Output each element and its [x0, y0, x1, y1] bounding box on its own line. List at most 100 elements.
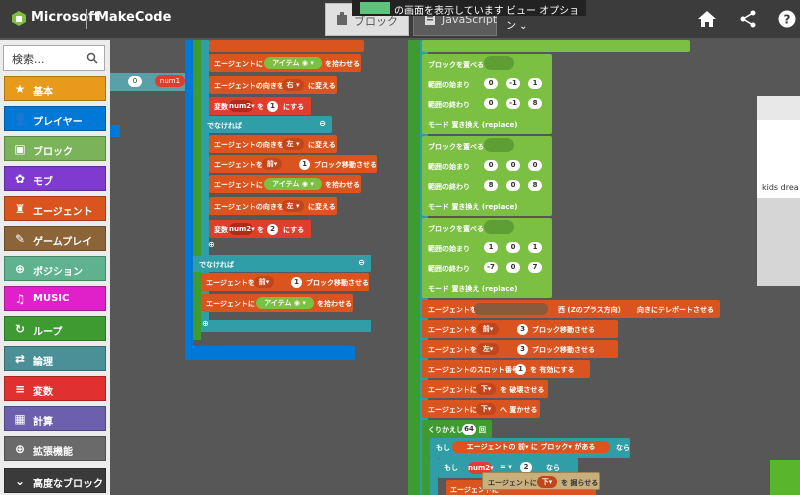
coord-pill[interactable]: 1: [528, 78, 542, 89]
agent-move-left-block[interactable]: エージェントを 左▾ 3 ブロック移動させる: [422, 340, 618, 358]
coord-pill[interactable]: -1: [506, 98, 520, 109]
category-music[interactable]: ♫ MUSIC: [4, 286, 106, 311]
coord-pill[interactable]: 0: [528, 160, 542, 171]
coord-pill[interactable]: 8: [484, 180, 498, 191]
repeat-block[interactable]: くりかえし 64 回: [422, 420, 492, 438]
fill-block-3[interactable]: ブロックを置べる 範囲の始まり 1 0 1 範囲の終わり -7 0 7 モード …: [422, 218, 552, 298]
item-dropdown[interactable]: アイテム ◉ ▾: [264, 178, 322, 190]
category-agent[interactable]: ♜ エージェント: [4, 196, 106, 221]
operator-dropdown[interactable]: = ▾: [500, 463, 512, 471]
agent-teleport-block[interactable]: エージェントを 西 (Zのプラス方向) 向きにテレポートさせる: [422, 300, 720, 318]
if-block[interactable]: もし エージェントの 前▾ に ブロック▾ がある なら: [430, 438, 630, 458]
coord-pill[interactable]: 0: [484, 78, 498, 89]
place-block-top[interactable]: [422, 40, 690, 52]
coord-pill[interactable]: 0: [506, 242, 520, 253]
category-math[interactable]: ▦ 計算: [4, 406, 106, 431]
plus-circle-icon[interactable]: ⊕: [208, 240, 215, 249]
category-advanced[interactable]: ⌄ 高度なブロック: [4, 468, 106, 493]
value-pill[interactable]: 1: [291, 277, 302, 288]
coord-pill[interactable]: -1: [506, 78, 520, 89]
category-positions[interactable]: ⊕ ポジション: [4, 256, 106, 281]
value-pill[interactable]: 1: [299, 159, 310, 170]
coord-pill[interactable]: 7: [528, 262, 542, 273]
category-blocks[interactable]: ▣ ブロック: [4, 136, 106, 161]
plus-circle-icon[interactable]: ⊕: [202, 319, 209, 328]
home-icon[interactable]: [697, 10, 717, 28]
agent-turn-block-3[interactable]: エージェントの向きを 左 ▾ に変える: [209, 197, 337, 215]
toolbox-search-input[interactable]: 検索...: [3, 45, 105, 71]
agent-turn-block-2[interactable]: エージェントの向きを 左 ▾ に変える: [209, 135, 337, 153]
agent-detect-reporter[interactable]: エージェントの 前▾ に ブロック▾ がある: [452, 441, 610, 453]
num1-variable[interactable]: num1: [155, 75, 185, 87]
coord-pill[interactable]: 0: [506, 180, 520, 191]
coord-pill[interactable]: 8: [528, 180, 542, 191]
fill-block-2[interactable]: ブロックを置べる 範囲の始まり 0 0 0 範囲の終わり 8 0 8 モード 置…: [422, 136, 552, 216]
agent-place-block[interactable]: エージェントに 下▾ へ 置かせる: [422, 400, 540, 418]
agent-slot-block[interactable]: エージェントのスロット番号 1 を 有効にする: [422, 360, 590, 378]
agent-pickup-block-3[interactable]: エージェントに アイテム ◉ ▾ を拾わせる: [201, 294, 353, 312]
direction-dropdown[interactable]: 左 ▾: [282, 200, 304, 212]
agent-pickup-block[interactable]: エージェントに アイテム ◉ ▾ を拾わせる: [209, 54, 361, 72]
fill-block-1[interactable]: ブロックを置べる 範囲の始まり 0 -1 1 範囲の終わり 0 -1 8 モード…: [422, 54, 552, 134]
num2-variable[interactable]: num2▾: [229, 223, 255, 235]
coord-pill[interactable]: 0: [506, 160, 520, 171]
replace-label[interactable]: 置き換え (replace): [451, 285, 517, 293]
item-dropdown[interactable]: アイテム ◉ ▾: [256, 297, 314, 309]
position-reporter[interactable]: [474, 303, 548, 315]
else-header-2[interactable]: でなければ ⊖: [193, 256, 371, 272]
brand-makecode[interactable]: MakeCode: [96, 10, 171, 25]
category-logic[interactable]: ⇄ 論理: [4, 346, 106, 371]
minus-circle-icon[interactable]: ⊖: [358, 258, 365, 267]
category-basic[interactable]: ★ 基本: [4, 76, 106, 101]
dragged-agent-dig-block[interactable]: エージェントに 下▾ を 掘らせる: [482, 472, 600, 490]
direction-dropdown[interactable]: 前▾: [477, 323, 499, 335]
help-icon[interactable]: ?: [777, 10, 797, 28]
coord-pill[interactable]: 8: [528, 98, 542, 109]
direction-dropdown[interactable]: 前▾: [254, 276, 274, 288]
direction-dropdown[interactable]: 西 (Zのプラス方向): [558, 305, 621, 315]
coord-pill[interactable]: 1: [484, 242, 498, 253]
category-loops[interactable]: ↻ ループ: [4, 316, 106, 341]
category-gameplay[interactable]: ✎ ゲームプレイ: [4, 226, 106, 251]
block-picker[interactable]: [484, 56, 514, 70]
agent-move-block[interactable]: エージェントを 前▾ 1 ブロック移動させる: [209, 155, 377, 173]
direction-dropdown[interactable]: 下▾: [537, 476, 557, 488]
set-variable-block-2[interactable]: 変数 num2▾ を 2 にする: [209, 220, 311, 238]
category-extensions[interactable]: ⊕ 拡張機能: [4, 436, 106, 461]
replace-label[interactable]: 置き換え (replace): [451, 203, 517, 211]
value-pill[interactable]: 3: [517, 324, 528, 335]
item-dropdown[interactable]: アイテム ◉ ▾: [264, 57, 322, 69]
category-player[interactable]: 👤 プレイヤー: [4, 106, 106, 131]
coord-pill[interactable]: 0: [484, 98, 498, 109]
agent-move-block-2[interactable]: エージェントを 前▾ 1 ブロック移動させる: [201, 273, 369, 291]
value-pill[interactable]: 1: [267, 101, 278, 112]
coord-pill[interactable]: 0: [506, 262, 520, 273]
blocks-workspace[interactable]: 0 num1 エージェントに アイテム ◉ ▾ を拾わせる エージェントの向きを…: [110, 40, 800, 495]
direction-dropdown[interactable]: 前▾: [262, 158, 282, 170]
coord-pill[interactable]: 1: [528, 242, 542, 253]
minus-circle-icon[interactable]: ⊖: [319, 119, 326, 128]
direction-dropdown[interactable]: 右 ▾: [282, 79, 304, 91]
direction-dropdown[interactable]: 左 ▾: [282, 138, 304, 150]
view-options-button[interactable]: ビュー オプション ⌄: [506, 2, 586, 32]
search-icon[interactable]: [86, 52, 98, 64]
coord-pill[interactable]: 0: [484, 160, 498, 171]
run-button[interactable]: [770, 460, 800, 495]
replace-label[interactable]: 置き換え (replace): [451, 121, 517, 129]
coord-pill[interactable]: -7: [484, 262, 498, 273]
direction-dropdown[interactable]: 下▾: [476, 383, 496, 395]
agent-turn-block[interactable]: エージェントの向きを 右 ▾ に変える: [209, 76, 337, 94]
value-pill[interactable]: 2: [267, 224, 278, 235]
agent-pickup-block-2[interactable]: エージェントに アイテム ◉ ▾ を拾わせる: [209, 175, 361, 193]
direction-dropdown[interactable]: 左▾: [477, 343, 499, 355]
share-icon[interactable]: [738, 10, 758, 28]
num2-variable[interactable]: num2▾: [229, 100, 255, 112]
value-pill[interactable]: 3: [517, 344, 528, 355]
direction-dropdown[interactable]: 下▾: [476, 403, 496, 415]
category-variables[interactable]: ≡ 変数: [4, 376, 106, 401]
repeat-count[interactable]: 64: [462, 424, 476, 435]
value-pill[interactable]: 1: [515, 364, 526, 375]
block-picker[interactable]: [484, 138, 514, 152]
agent-move-forward-block[interactable]: エージェントを 前▾ 3 ブロック移動させる: [422, 320, 618, 338]
agent-move-block-top[interactable]: [209, 40, 364, 52]
